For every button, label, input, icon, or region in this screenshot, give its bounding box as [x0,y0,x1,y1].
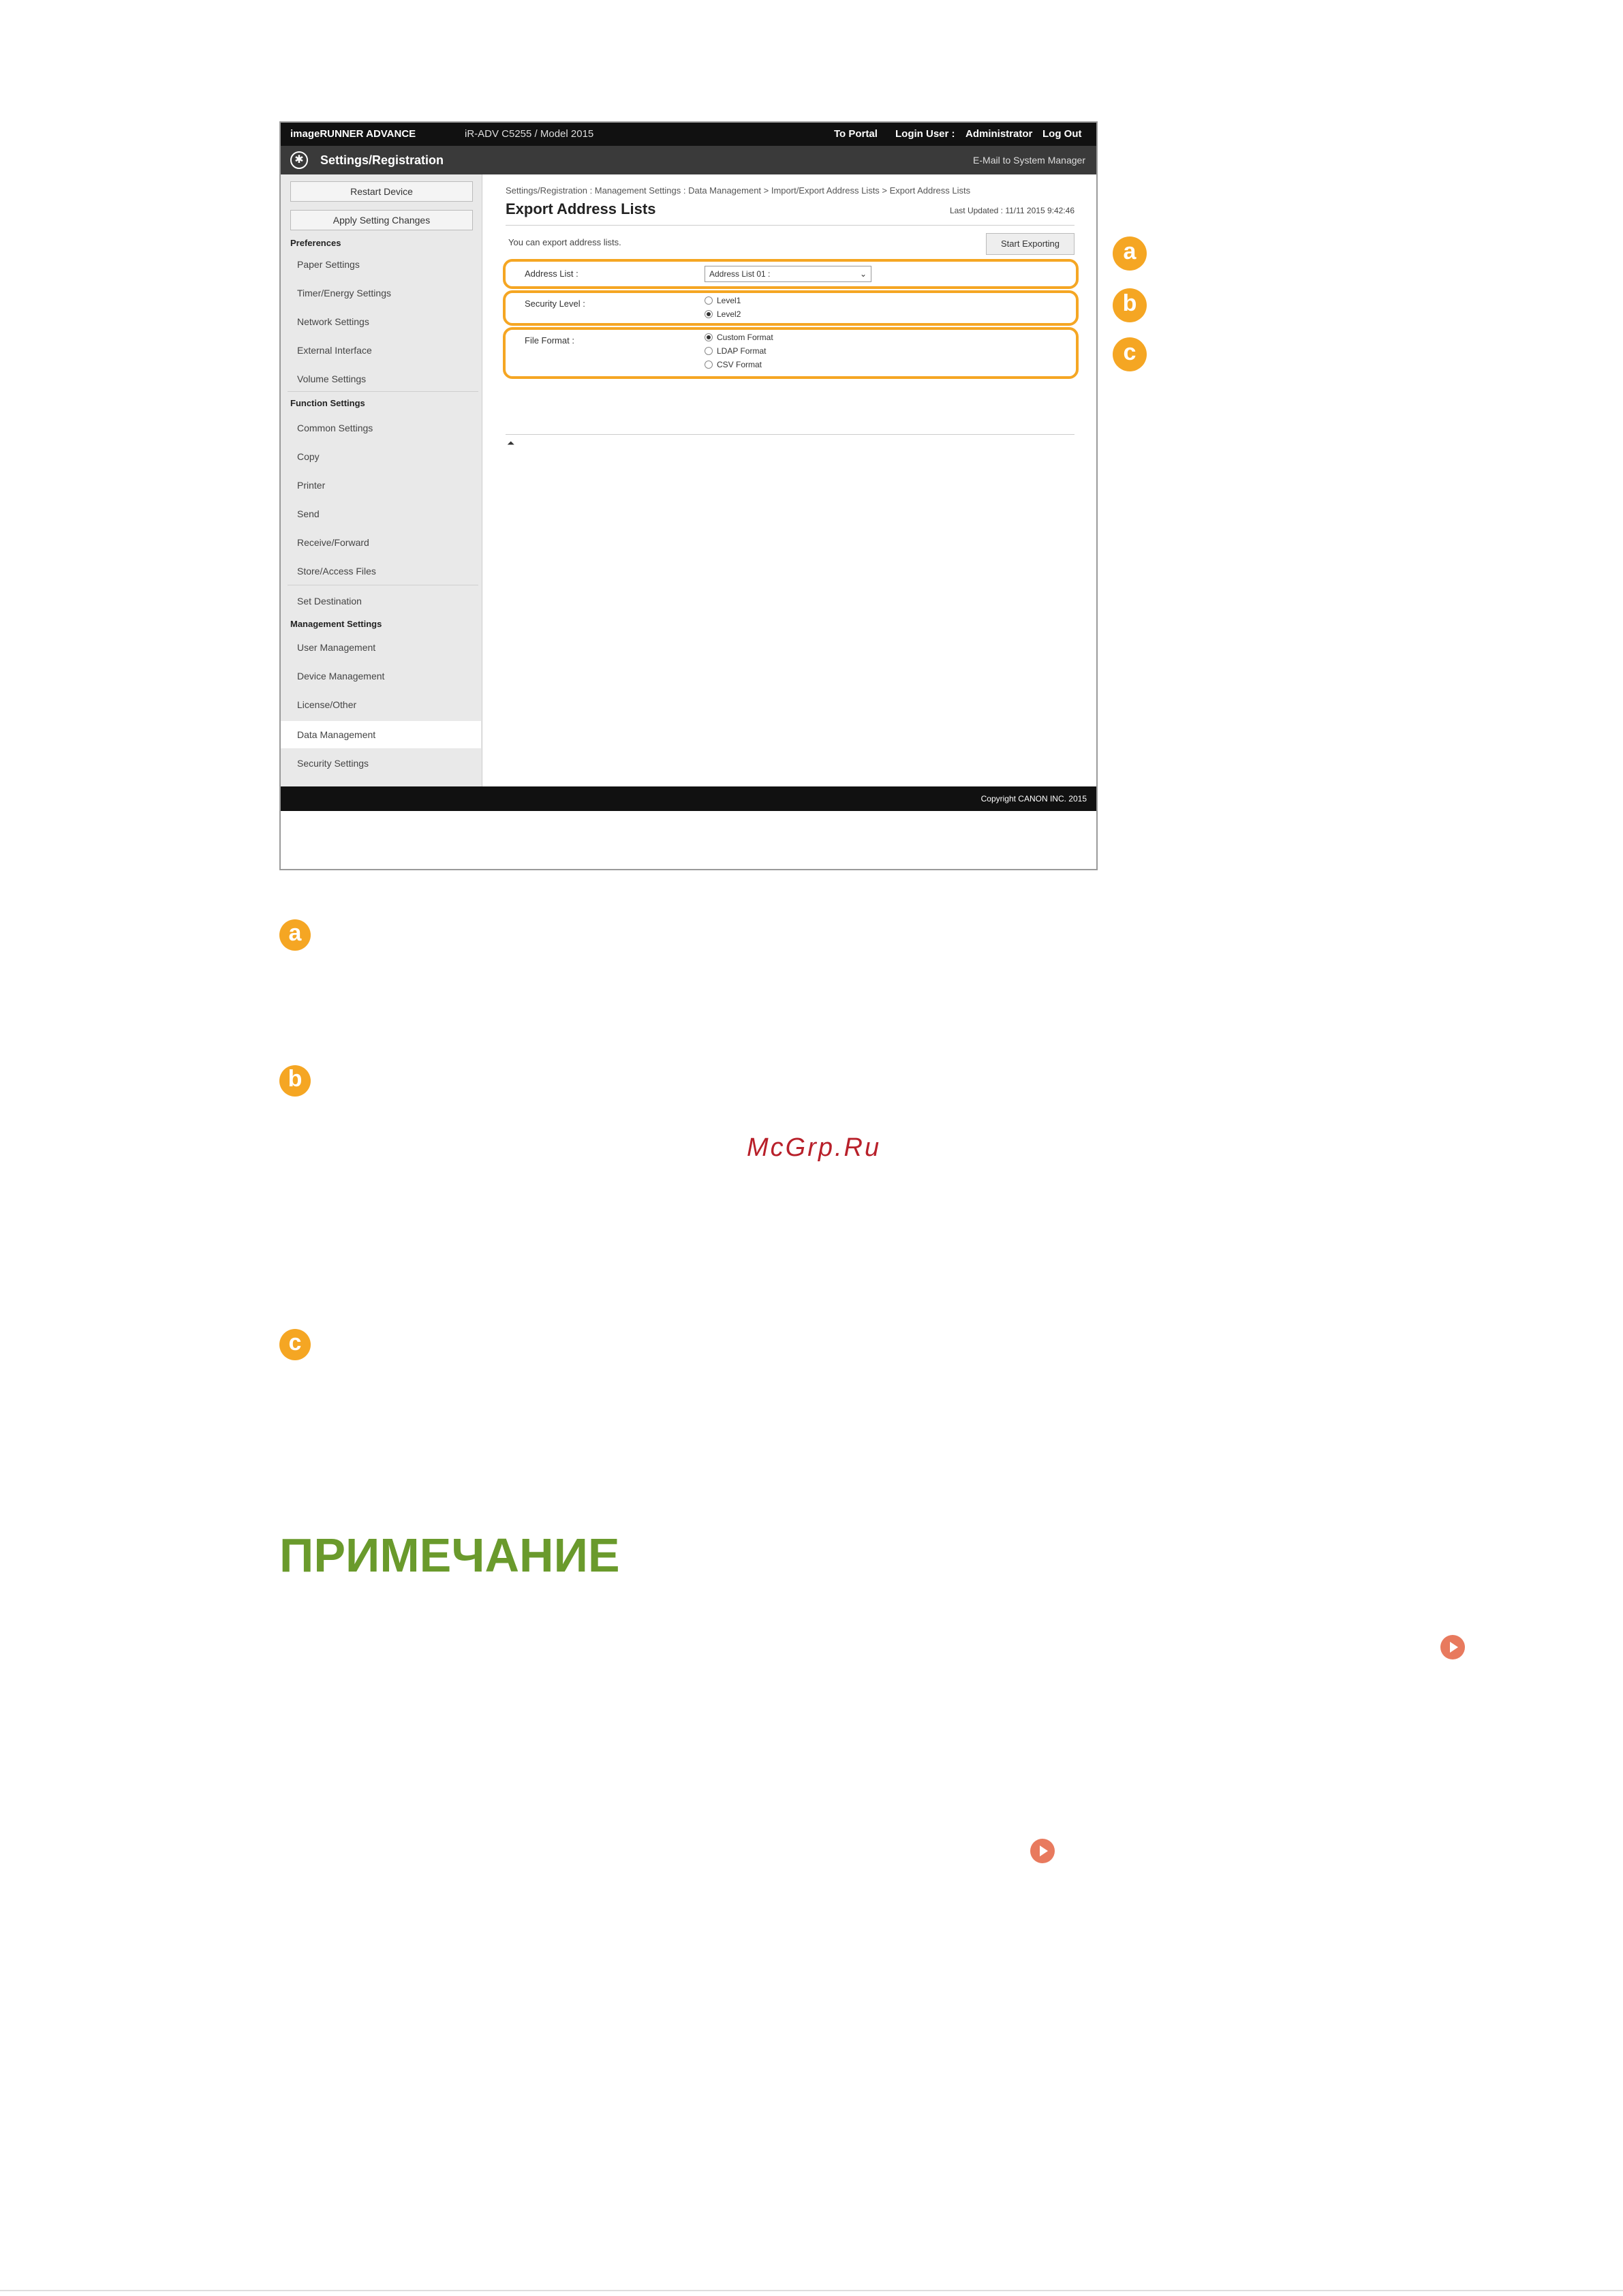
sidebar-item-license-other[interactable]: License/Other [297,699,356,710]
page-description: You can export address lists. [508,237,621,247]
sidebar-item-data-management[interactable]: Data Management [297,729,375,740]
sidebar-section-function: Function Settings [290,398,365,408]
restart-device-button[interactable]: Restart Device [290,181,473,202]
radio-icon [705,361,713,369]
page-title: Export Address Lists [506,200,656,217]
chevron-down-icon: ⌄ [859,269,867,279]
note-heading: ПРИМЕЧАНИЕ [279,1529,620,1582]
sidebar-item-receive-forward[interactable]: Receive/Forward [297,537,369,548]
content-divider [506,434,1075,435]
sidebar-item-copy[interactable]: Copy [297,451,320,462]
top-bar: imageRUNNER ADVANCE iR-ADV C5255 / Model… [281,123,1096,146]
sidebar-item-security-settings[interactable]: Security Settings [297,758,369,769]
security-level-row: Security Level : Level1 Level2 [503,290,1079,326]
callout-a: a [1113,236,1147,271]
link-arrow-icon[interactable] [1440,1635,1465,1659]
file-format-option-custom[interactable]: Custom Format [705,333,773,342]
sidebar-item-printer[interactable]: Printer [297,480,325,491]
login-user-label: Login User : [895,128,955,140]
sidebar: Restart Device Apply Setting Changes Pre… [281,174,482,786]
apply-setting-changes-button[interactable]: Apply Setting Changes [290,210,473,230]
start-exporting-button[interactable]: Start Exporting [986,233,1075,255]
remote-ui-screenshot: imageRUNNER ADVANCE iR-ADV C5255 / Model… [279,121,1098,870]
model-label: iR-ADV C5255 / Model 2015 [465,128,594,140]
address-list-select[interactable]: Address List 01 : ⌄ [705,266,871,282]
page-bottom-divider [0,2290,1623,2291]
sidebar-section-preferences: Preferences [290,238,341,248]
breadcrumb: Settings/Registration : Management Setti… [506,185,971,196]
marker-b: b [279,1065,311,1097]
file-format-option-ldap[interactable]: LDAP Format [705,346,766,356]
mail-system-manager-link[interactable]: E-Mail to System Manager [973,155,1085,166]
page-section-title: Settings/Registration [320,153,444,167]
footer: Copyright CANON INC. 2015 [281,786,1096,811]
file-format-label: File Format : [525,335,574,346]
main-content: Settings/Registration : Management Setti… [482,174,1096,786]
sidebar-item-paper-settings[interactable]: Paper Settings [297,259,360,270]
sidebar-divider [288,391,478,392]
sidebar-item-set-destination[interactable]: Set Destination [297,596,362,607]
sidebar-item-external-interface[interactable]: External Interface [297,345,372,356]
sidebar-section-management: Management Settings [290,619,382,629]
sidebar-item-user-management[interactable]: User Management [297,642,375,653]
brand-label: imageRUNNER ADVANCE [290,128,416,140]
file-format-option-csv[interactable]: CSV Format [705,360,762,369]
sidebar-item-device-management[interactable]: Device Management [297,671,384,682]
radio-icon [705,296,713,305]
logout-link[interactable]: Log Out [1042,128,1081,140]
address-list-row: Address List : Address List 01 : ⌄ [503,259,1079,289]
watermark: McGrp.Ru [747,1133,882,1162]
security-level-label: Security Level : [525,299,585,309]
marker-c: c [279,1329,311,1360]
title-bar: ✱ Settings/Registration E-Mail to System… [281,146,1096,174]
to-portal-link[interactable]: To Portal [834,128,878,140]
go-to-top-icon[interactable]: ⏶ [507,438,514,449]
sidebar-item-volume[interactable]: Volume Settings [297,373,366,384]
security-level-option-2[interactable]: Level2 [705,309,741,319]
login-user-name: Administrator [965,128,1033,140]
radio-selected-icon [705,333,713,341]
address-list-label: Address List : [525,269,578,279]
security-level-option-1[interactable]: Level1 [705,296,741,305]
callout-c: c [1113,337,1147,371]
radio-selected-icon [705,310,713,318]
copyright: Copyright CANON INC. 2015 [980,794,1087,803]
sidebar-item-send[interactable]: Send [297,508,320,519]
last-updated: Last Updated : 11/11 2015 9:42:46 [949,206,1075,215]
radio-icon [705,347,713,355]
settings-gear-icon: ✱ [290,151,308,169]
sidebar-item-timer-energy[interactable]: Timer/Energy Settings [297,288,391,299]
callout-b: b [1113,288,1147,322]
address-list-value: Address List 01 : [709,269,771,279]
sidebar-item-network[interactable]: Network Settings [297,316,369,327]
marker-a: a [279,919,311,951]
file-format-row: File Format : Custom Format LDAP Format … [503,327,1079,379]
sidebar-item-common[interactable]: Common Settings [297,423,373,433]
title-divider [506,225,1075,226]
link-arrow-icon[interactable] [1030,1839,1055,1863]
sidebar-item-store-access[interactable]: Store/Access Files [297,566,376,577]
